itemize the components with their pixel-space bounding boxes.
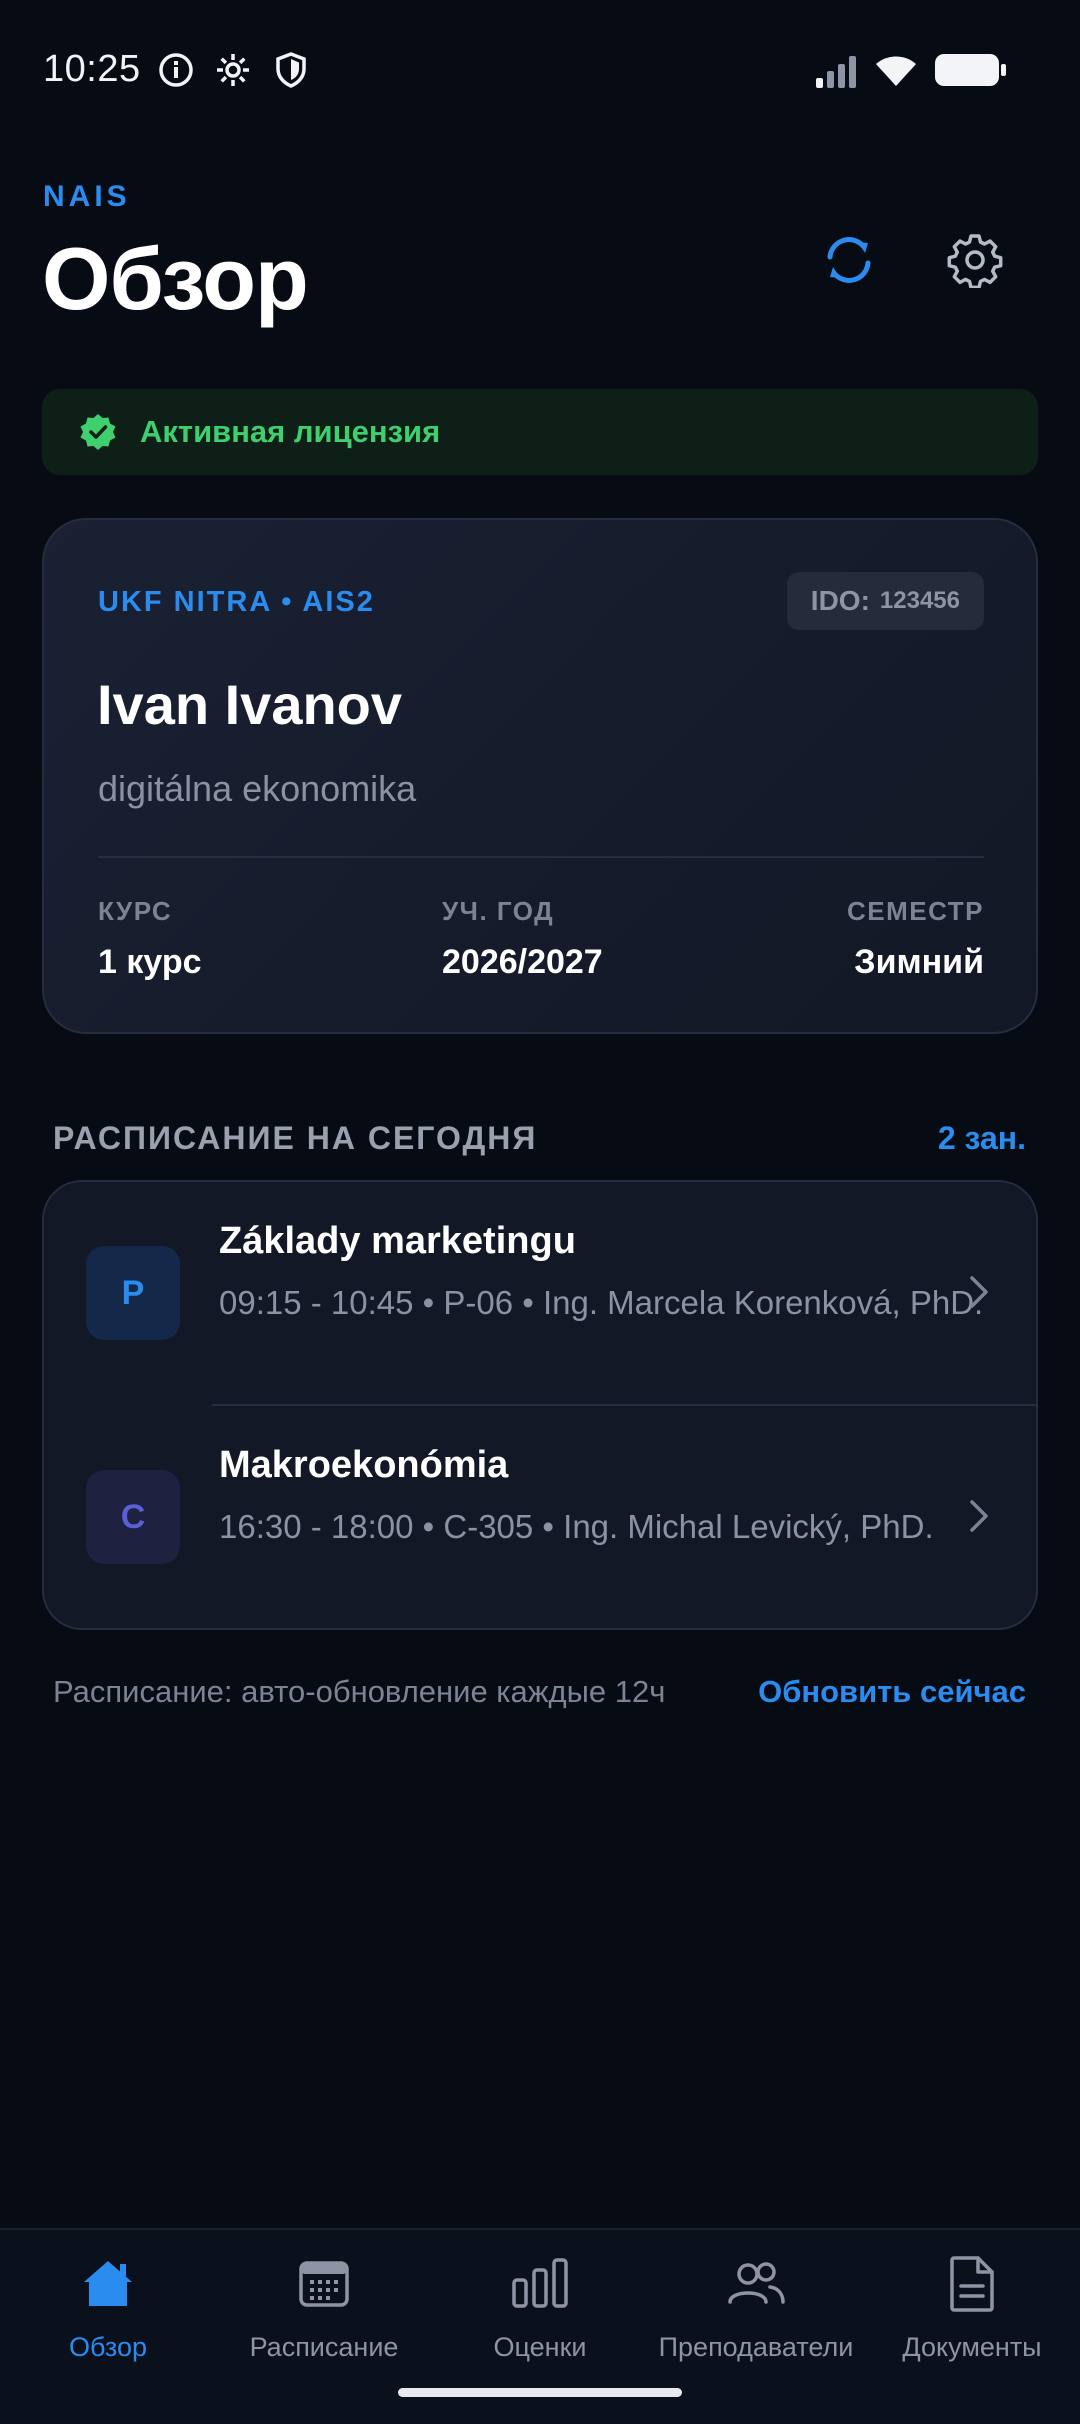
info-value: 1 курс [98,943,202,981]
info-year: КУРС 1 курс [98,896,202,982]
status-bar: 10:25 [0,0,1080,140]
nav-label: Оценки [493,2332,587,2362]
calendar-icon [292,2252,356,2316]
card-divider [98,856,984,858]
license-banner: Активная лицензия [42,389,1038,475]
nav-label: Преподаватели [658,2332,854,2362]
settings-button[interactable] [940,225,1010,295]
section-title: РАСПИСАНИЕ НА СЕГОДНЯ [53,1120,538,1156]
lesson-meta: 09:15 - 10:45 • P-06 • Ing. Marcela Kore… [219,1284,984,1321]
info-label: КУРС [98,896,173,926]
info-semester: СЕМЕСТР Зимний [847,896,984,982]
verified-badge-icon [80,414,116,450]
lesson-avatar: C [86,1470,180,1564]
nav-label: Расписание [249,2332,399,2362]
sync-button[interactable] [814,225,884,295]
student-name: Ivan Ivanov [97,673,403,736]
home-icon [76,2252,140,2316]
document-icon [940,2252,1004,2316]
signal-icon [814,50,862,90]
nav-item-teachers[interactable]: Преподаватели [648,2252,864,2382]
chevron-right-icon [970,1500,988,1532]
page-title: Обзор [42,229,309,328]
lesson-item[interactable]: P Základy marketingu 09:15 - 10:45 • P-0… [44,1182,1036,1406]
university-label: UKF NITRA • AIS2 [98,586,375,618]
info-value: Зимний [854,943,984,981]
gear-icon [947,234,1003,288]
info-value: 2026/2027 [442,943,603,981]
lesson-item[interactable]: C Makroekonómia 16:30 - 18:00 • C-305 • … [44,1406,1036,1628]
status-time: 10:25 [43,48,141,90]
chevron-right-icon [970,1276,988,1308]
info-icon [156,50,196,90]
lesson-avatar: P [86,1246,180,1340]
people-icon [724,2252,788,2316]
nav-item-grades[interactable]: Оценки [432,2252,648,2382]
nav-item-documents[interactable]: Документы [864,2252,1080,2382]
sync-icon [827,237,871,283]
nav-label: Документы [902,2332,1042,2362]
settings-gear-icon [213,50,253,90]
lesson-meta: 16:30 - 18:00 • C-305 • Ing. Michal Levi… [219,1508,934,1545]
ido-label: IDO: [810,585,870,616]
refresh-now-link[interactable]: Обновить сейчас [758,1674,1026,1710]
nav-label: Обзор [69,2332,147,2362]
nav-item-schedule[interactable]: Расписание [216,2252,432,2382]
lesson-title: Základy marketingu [219,1220,576,1262]
ido-badge: IDO: 123456 [786,572,984,630]
info-academic-year: УЧ. ГОД 2026/2027 [442,896,603,982]
brand-label: NAIS [43,180,131,213]
study-program: digitálna ekonomika [98,768,417,809]
info-label: УЧ. ГОД [442,896,555,926]
auto-refresh-note: Расписание: авто-обновление каждые 12ч [53,1674,666,1709]
nav-item-overview[interactable]: Обзор [0,2252,216,2382]
license-status: Активная лицензия [140,414,441,449]
wifi-icon [872,50,920,90]
schedule-card: P Základy marketingu 09:15 - 10:45 • P-0… [42,1180,1038,1630]
lesson-count: 2 зан. [937,1120,1026,1156]
lesson-title: Makroekonómia [219,1444,509,1486]
home-indicator[interactable] [398,2388,682,2397]
info-label: СЕМЕСТР [847,896,984,926]
ido-value: 123456 [879,587,960,614]
profile-card: UKF NITRA • AIS2 IDO: 123456 Ivan Ivanov… [42,518,1038,1034]
bar-chart-icon [508,2252,572,2316]
shield-icon [271,50,311,90]
battery-icon [934,50,1008,90]
